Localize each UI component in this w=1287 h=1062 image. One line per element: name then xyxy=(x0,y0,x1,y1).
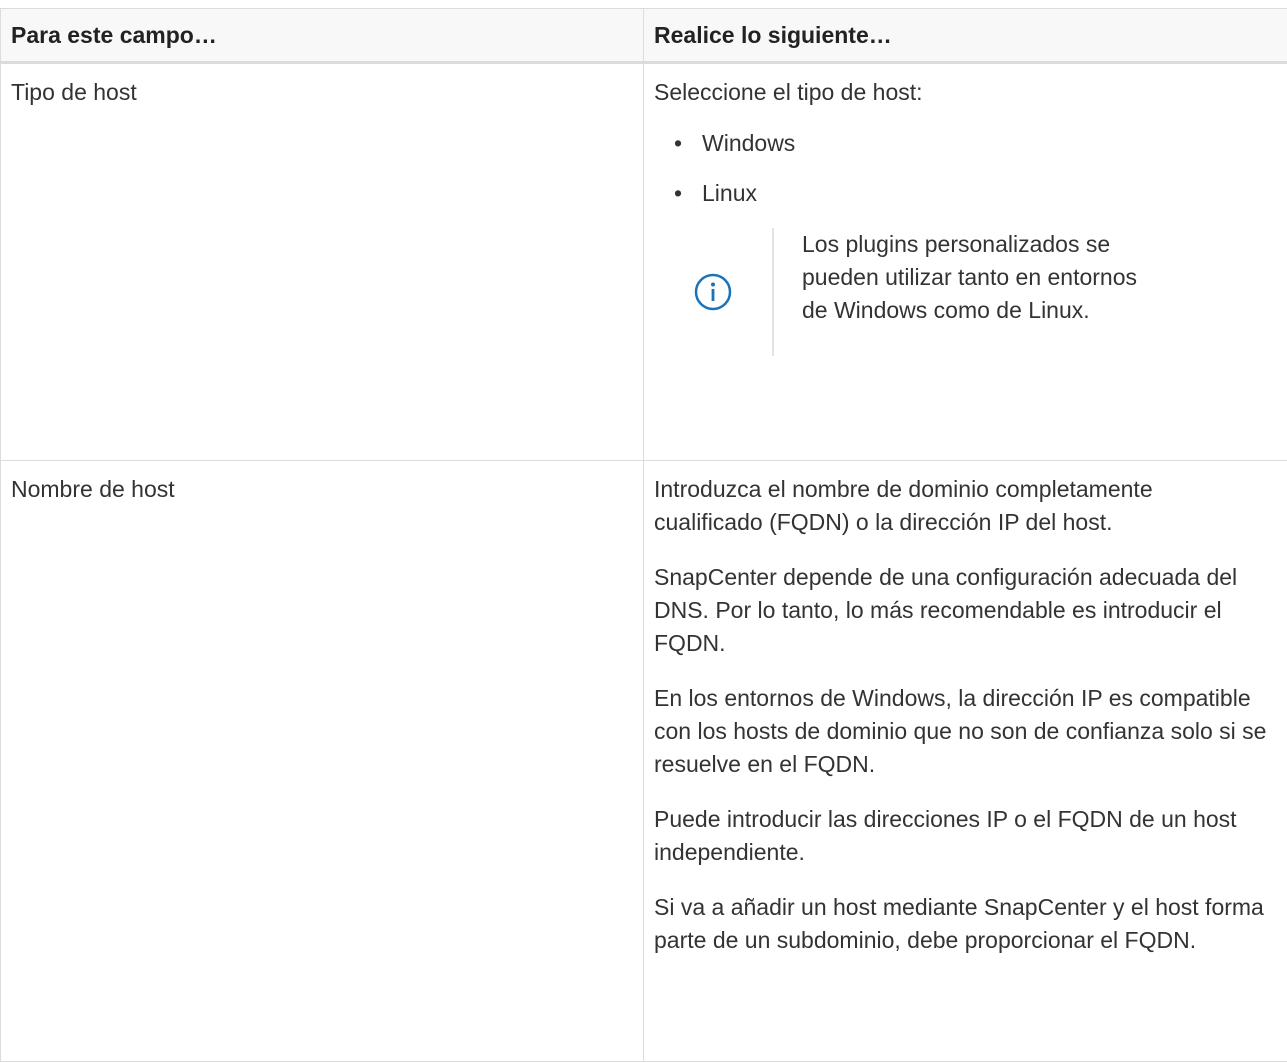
host-type-options: • Windows • Linux xyxy=(654,127,1267,210)
bullet-icon: • xyxy=(674,127,682,160)
field-name: Tipo de host xyxy=(1,64,643,109)
note-callout: Los plugins personalizados se pueden uti… xyxy=(654,228,1267,356)
table-header-row: Para este campo… Realice lo siguiente… xyxy=(1,9,1287,63)
paragraph: Puede introducir las direcciones IP o el… xyxy=(654,803,1267,869)
option-windows: Windows xyxy=(702,130,795,156)
action-cell: Introduzca el nombre de dominio completa… xyxy=(644,461,1287,1062)
list-item: • Windows xyxy=(674,127,1267,160)
list-item: • Linux xyxy=(674,177,1267,210)
note-text: Los plugins personalizados se pueden uti… xyxy=(774,228,1152,356)
paragraph: Si va a añadir un host mediante SnapCent… xyxy=(654,891,1267,957)
action-cell: Seleccione el tipo de host: • Windows • … xyxy=(644,63,1287,461)
field-cell: Tipo de host xyxy=(1,63,644,461)
paragraph: Introduzca el nombre de dominio completa… xyxy=(654,473,1267,539)
table-row-host-type: Tipo de host Seleccione el tipo de host:… xyxy=(1,63,1287,461)
table-row-host-name: Nombre de host Introduzca el nombre de d… xyxy=(1,461,1287,1062)
column-header-field: Para este campo… xyxy=(1,9,644,63)
bullet-icon: • xyxy=(674,177,682,210)
fields-table: Para este campo… Realice lo siguiente… T… xyxy=(0,8,1287,1062)
info-icon xyxy=(693,272,733,312)
column-header-action: Realice lo siguiente… xyxy=(644,9,1287,63)
action-intro: Seleccione el tipo de host: xyxy=(654,76,1267,109)
paragraph: SnapCenter depende de una configuración … xyxy=(654,561,1267,660)
field-cell: Nombre de host xyxy=(1,461,644,1062)
field-name: Nombre de host xyxy=(1,461,643,506)
option-linux: Linux xyxy=(702,180,757,206)
paragraph: En los entornos de Windows, la dirección… xyxy=(654,682,1267,781)
